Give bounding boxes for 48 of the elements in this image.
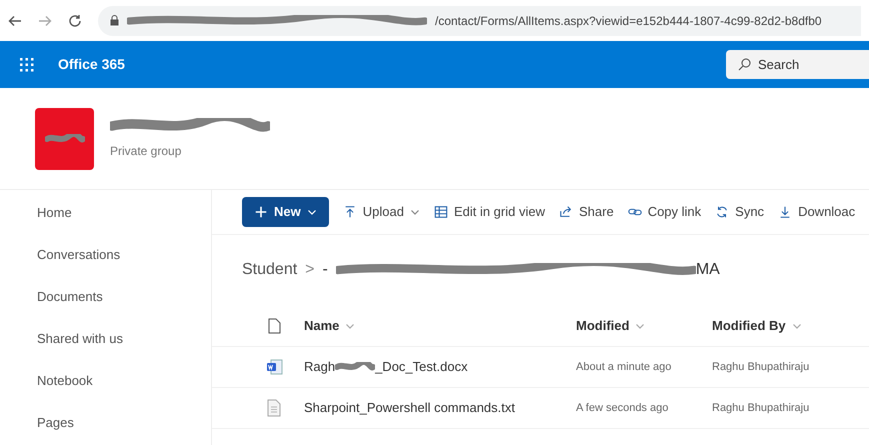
column-header[interactable]: Modified [576,316,712,336]
app-launcher-icon[interactable] [20,58,34,72]
breadcrumb-separator: > [305,260,314,280]
breadcrumb-text: MA [696,260,720,280]
file-name-link[interactable]: _Doc_Test.docx [375,357,468,377]
sidebar-item[interactable]: Pages [37,414,74,432]
url-text: /contact/Forms/AllItems.aspx?viewid=e152b444-1807-4c99-82d2-b8dfb0 [435,12,822,30]
toolbar-button[interactable]: Sync [715,197,764,227]
back-arrow-icon[interactable] [8,14,22,28]
sidebar-item[interactable]: Documents [37,288,103,306]
group-subtitle: Private group [110,142,182,160]
toolbar-button[interactable]: Upload [342,197,420,227]
new-button[interactable]: New [242,197,329,227]
grid-icon [434,205,448,219]
table-cell-text: A few seconds ago [576,400,670,416]
upload-icon [342,205,357,219]
table-cell-text: Raghu Bhupathiraju [712,400,810,416]
logo-redaction-scribble [44,134,84,144]
sidebar-item[interactable]: Home [37,204,72,222]
toolbar-button[interactable]: Share [558,197,614,227]
table-cell-text: About a minute ago [576,360,672,375]
file-name-link[interactable]: Sharpoint_Powershell commands.txt [304,398,515,418]
search-field[interactable]: Search [726,50,869,79]
breadcrumb-link[interactable]: Student [242,258,298,282]
column-header[interactable]: Modified By [712,316,822,336]
reload-icon[interactable] [68,14,82,28]
suite-title: Office 365 [58,55,125,74]
plus-icon [254,205,268,219]
sync-icon [715,205,730,219]
toolbar-button[interactable]: Copy link [628,197,702,227]
file-type-icon [268,318,281,334]
redaction-scribble [335,362,376,372]
toolbar-button[interactable]: Edit in grid view [434,197,545,227]
text-file-icon [266,399,282,417]
lock-icon [110,15,119,26]
toolbar-button[interactable]: Downloac [778,197,856,227]
share-icon [558,205,573,219]
column-header[interactable]: Name [304,316,576,336]
table-cell-text: Raghu Bhupathiraju [712,360,810,375]
sidebar-item[interactable]: Conversations [37,246,120,264]
download-icon [778,205,792,219]
breadcrumb-text: - [322,260,328,280]
word-document-icon [266,358,284,376]
sidebar-item[interactable]: Shared with us [37,330,123,348]
file-name-link[interactable]: Ragh [304,357,336,377]
url-field[interactable]: /contact/Forms/AllItems.aspx?viewid=e152b444-1807-4c99-82d2-b8dfb0 [98,6,861,36]
search-icon [738,58,751,71]
sidebar-item[interactable]: Notebook [37,372,93,390]
